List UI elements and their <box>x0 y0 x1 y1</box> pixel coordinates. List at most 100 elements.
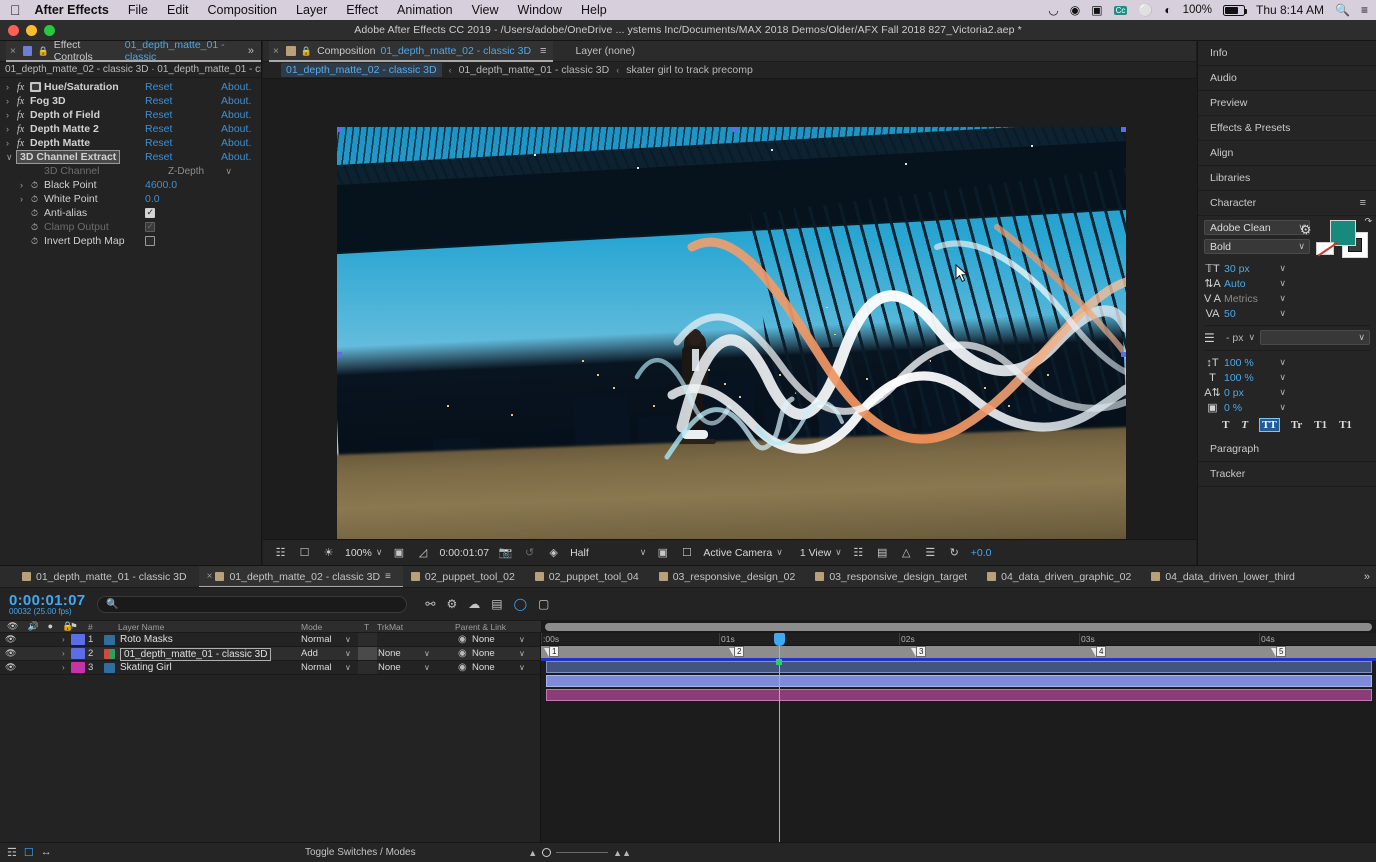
refresh-icon[interactable]: ↺ <box>522 546 537 559</box>
tab-effect-controls[interactable]: × 🔒 Effect Controls 01_depth_matte_01 - … <box>6 41 261 62</box>
toggle-switches-modes-button[interactable]: Toggle Switches / Modes <box>305 847 416 858</box>
menu-effect[interactable]: Effect <box>346 3 378 17</box>
font-size-field[interactable]: 𝕋T 30 px ∨ <box>1204 261 1288 276</box>
selection-handle-tr[interactable] <box>1121 127 1126 132</box>
vertical-scale-field[interactable]: ↕T 100 % ∨ <box>1204 355 1288 370</box>
twirl-icon[interactable]: › <box>6 124 17 134</box>
fast-preview-icon[interactable]: ▤ <box>875 546 890 559</box>
composition-stage[interactable] <box>263 79 1196 539</box>
shy-icon[interactable]: ⚯ <box>425 597 435 611</box>
layer-name-editing[interactable]: 01_depth_matte_01 - classic 3D <box>120 648 271 661</box>
property-value[interactable]: 0.0 <box>145 193 160 205</box>
transfer-controls-icon[interactable]: ☐ <box>24 846 34 859</box>
menu-edit[interactable]: Edit <box>167 3 189 17</box>
menu-view[interactable]: View <box>472 3 499 17</box>
tab-layer[interactable]: Layer (none) <box>575 45 635 57</box>
invert-depth-map-checkbox[interactable] <box>145 236 155 246</box>
control-center-icon[interactable]: ≡ <box>1361 3 1368 17</box>
leading-field[interactable]: ⇅A Auto ∨ <box>1204 276 1288 291</box>
stroke-style-select[interactable]: ∨ <box>1260 330 1370 345</box>
graph-editor-icon[interactable]: ▤ <box>491 597 502 611</box>
timeline-zoom-slider[interactable]: ▲ ▲▲ <box>528 848 631 858</box>
menu-file[interactable]: File <box>128 3 148 17</box>
faux-bold-button[interactable]: T <box>1222 419 1229 431</box>
timeline-graph[interactable]: :00s 01s 02s 03s 04s 1 <box>541 633 1376 842</box>
chevron-down-icon[interactable]: ∨ <box>345 663 351 672</box>
property-anti-alias[interactable]: ⏱ Anti-alias <box>0 206 261 220</box>
window-traffic-lights[interactable] <box>8 25 55 36</box>
notch-icon[interactable]: ◡ <box>1048 3 1058 17</box>
panel-libraries[interactable]: Libraries <box>1198 166 1376 191</box>
breadcrumb-item-0[interactable]: 01_depth_matte_02 - classic 3D <box>281 63 442 77</box>
selection-handle-ml[interactable] <box>337 352 342 357</box>
composition-canvas[interactable] <box>337 127 1126 539</box>
twirl-open-icon[interactable]: ∨ <box>6 152 17 163</box>
close-icon[interactable]: × <box>10 46 16 57</box>
close-icon[interactable]: × <box>207 571 213 582</box>
panel-menu-icon[interactable]: ≡ <box>1360 197 1366 209</box>
chevron-down-icon[interactable]: ∨ <box>345 635 351 644</box>
time-ruler[interactable]: :00s 01s 02s 03s 04s <box>541 633 1376 646</box>
timeline-tab-2[interactable]: 02_puppet_tool_02 <box>403 566 527 588</box>
chevron-down-icon[interactable]: ∨ <box>345 649 351 658</box>
tsume-field[interactable]: ▣ 0 % ∨ <box>1204 400 1288 415</box>
camera-snapshot-icon[interactable]: 📷 <box>498 546 513 559</box>
eye-icon[interactable]: 👁 <box>5 634 16 645</box>
table-row[interactable]: 👁 › 3 Skating Girl Normal ∨ None ∨ ◉ Non… <box>0 661 540 675</box>
panel-align[interactable]: Align <box>1198 141 1376 166</box>
layer-name[interactable]: Skating Girl <box>120 662 172 673</box>
panel-tracker[interactable]: Tracker <box>1198 462 1376 487</box>
timeline-tab-1[interactable]: × 01_depth_matte_02 - classic 3D ≡ <box>199 566 403 588</box>
selection-handle-mt[interactable] <box>732 127 737 132</box>
pixel-aspect-icon[interactable]: ☷ <box>851 546 866 559</box>
eye-icon[interactable]: 👁 <box>5 648 16 659</box>
small-caps-button[interactable]: Tr <box>1291 419 1302 431</box>
transparency-grid-icon[interactable]: ◿ <box>415 546 430 559</box>
twirl-icon[interactable]: › <box>6 82 17 92</box>
faux-italic-button[interactable]: T <box>1241 419 1248 431</box>
record-icon[interactable]: ◉ <box>1070 3 1080 17</box>
timeline-marker-4[interactable]: 4 <box>1091 646 1101 658</box>
property-3d-channel[interactable]: 3D Channel Z-Depth ∨ <box>0 164 261 178</box>
reset-link[interactable]: Reset <box>145 109 172 121</box>
twirl-icon[interactable]: › <box>6 110 17 120</box>
reset-link[interactable]: Reset <box>145 81 172 93</box>
twirl-icon[interactable]: › <box>62 649 65 658</box>
layer-parent[interactable]: None <box>472 634 520 645</box>
reset-link[interactable]: Reset <box>145 151 172 163</box>
audio-icon[interactable]: 🔊 <box>27 621 38 632</box>
chevron-down-icon[interactable]: ∨ <box>640 547 647 558</box>
minimize-icon[interactable] <box>26 25 37 36</box>
panel-paragraph[interactable]: Paragraph <box>1198 437 1376 462</box>
kerning-field[interactable]: V A Metrics ∨ <box>1204 291 1288 306</box>
breadcrumb-item-2[interactable]: skater girl to track precomp <box>626 64 753 76</box>
selection-handle-tl[interactable] <box>337 127 342 132</box>
menu-help[interactable]: Help <box>581 3 607 17</box>
chevron-down-icon[interactable]: ∨ <box>424 649 430 658</box>
menu-window[interactable]: Window <box>518 3 562 17</box>
exposure-value[interactable]: +0.0 <box>971 547 992 559</box>
effect-row-depth-matte[interactable]: › fx Depth Matte Reset About. <box>0 136 261 150</box>
layer-parent[interactable]: None <box>472 648 520 659</box>
timeline-tab-7[interactable]: 04_data_driven_lower_third <box>1143 566 1307 588</box>
menubar-clock[interactable]: Thu 8:14 AM <box>1256 3 1324 17</box>
no-color-swatch[interactable] <box>1316 242 1334 255</box>
effect-row-depth-of-field[interactable]: › fx Depth of Field Reset About. <box>0 108 261 122</box>
table-row[interactable]: 👁 › 1 Roto Masks Normal ∨ ◉ None ∨ <box>0 633 540 647</box>
do-not-disturb-icon[interactable]: ⚪ <box>1138 3 1153 17</box>
current-time-indicator[interactable]: 0:00:01:07 00032 (25.00 fps) <box>9 592 85 616</box>
chevron-more-icon[interactable]: » <box>1364 571 1370 583</box>
subscript-button[interactable]: T1 <box>1339 419 1352 431</box>
comp-flowchart-icon[interactable]: ☰ <box>923 546 938 559</box>
about-link[interactable]: About. <box>221 123 251 135</box>
chevron-down-icon[interactable]: ∨ <box>519 663 525 672</box>
twirl-icon[interactable]: › <box>20 180 31 190</box>
property-clamp-output[interactable]: ⏱ Clamp Output <box>0 220 261 234</box>
search-input[interactable]: 🔍 <box>97 596 407 613</box>
about-link[interactable]: About. <box>221 137 251 149</box>
resolution-control[interactable]: Half <box>570 547 589 559</box>
zoom-slider-knob[interactable] <box>542 848 551 857</box>
twirl-icon[interactable]: › <box>62 635 65 644</box>
twirl-icon[interactable]: › <box>6 138 17 148</box>
camera-control[interactable]: Active Camera ∨ <box>703 547 782 559</box>
